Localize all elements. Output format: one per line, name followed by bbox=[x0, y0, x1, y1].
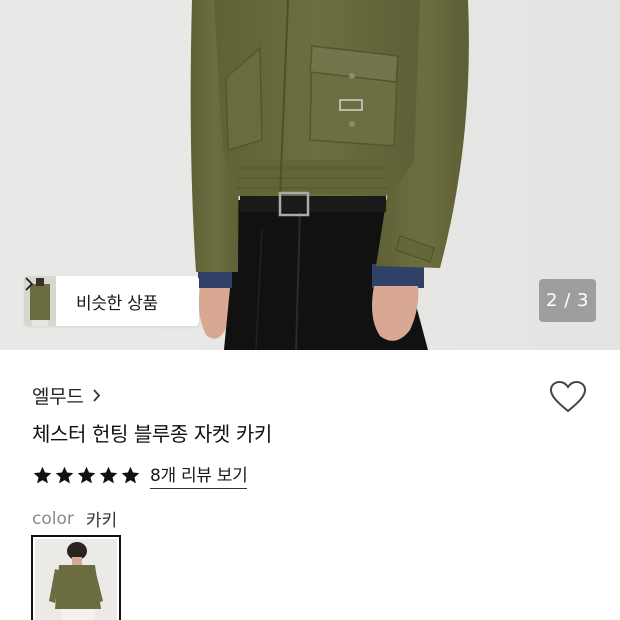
chevron-right-icon bbox=[92, 388, 101, 403]
color-value: 카키 bbox=[85, 511, 118, 531]
product-image-gallery[interactable]: 비슷한 상품 2 / 3 bbox=[0, 0, 620, 350]
product-title: 체스터 헌팅 블루종 자켓 카키 bbox=[32, 422, 272, 446]
brand-name: 엘무드 bbox=[32, 386, 84, 408]
similar-products-label: 비슷한 상품 bbox=[76, 293, 158, 314]
color-label: color bbox=[32, 508, 74, 529]
star-icon bbox=[99, 466, 118, 483]
star-icon bbox=[55, 466, 74, 483]
color-row: color 카키 bbox=[32, 506, 118, 532]
image-counter: 2 / 3 bbox=[539, 279, 596, 322]
review-link[interactable]: 8개 리뷰 보기 bbox=[150, 461, 248, 489]
wishlist-button[interactable] bbox=[547, 380, 589, 418]
color-swatch-option[interactable] bbox=[31, 535, 121, 620]
brand-link[interactable]: 엘무드 bbox=[32, 382, 101, 409]
rating-row: 8개 리뷰 보기 bbox=[32, 461, 248, 489]
heart-outline-icon bbox=[549, 380, 587, 418]
star-icon bbox=[121, 466, 140, 483]
star-icon bbox=[77, 466, 96, 483]
color-swatch-image bbox=[35, 539, 117, 620]
rating-stars bbox=[32, 465, 141, 486]
similar-products-button[interactable]: 비슷한 상품 bbox=[24, 276, 199, 326]
star-icon bbox=[33, 466, 52, 483]
